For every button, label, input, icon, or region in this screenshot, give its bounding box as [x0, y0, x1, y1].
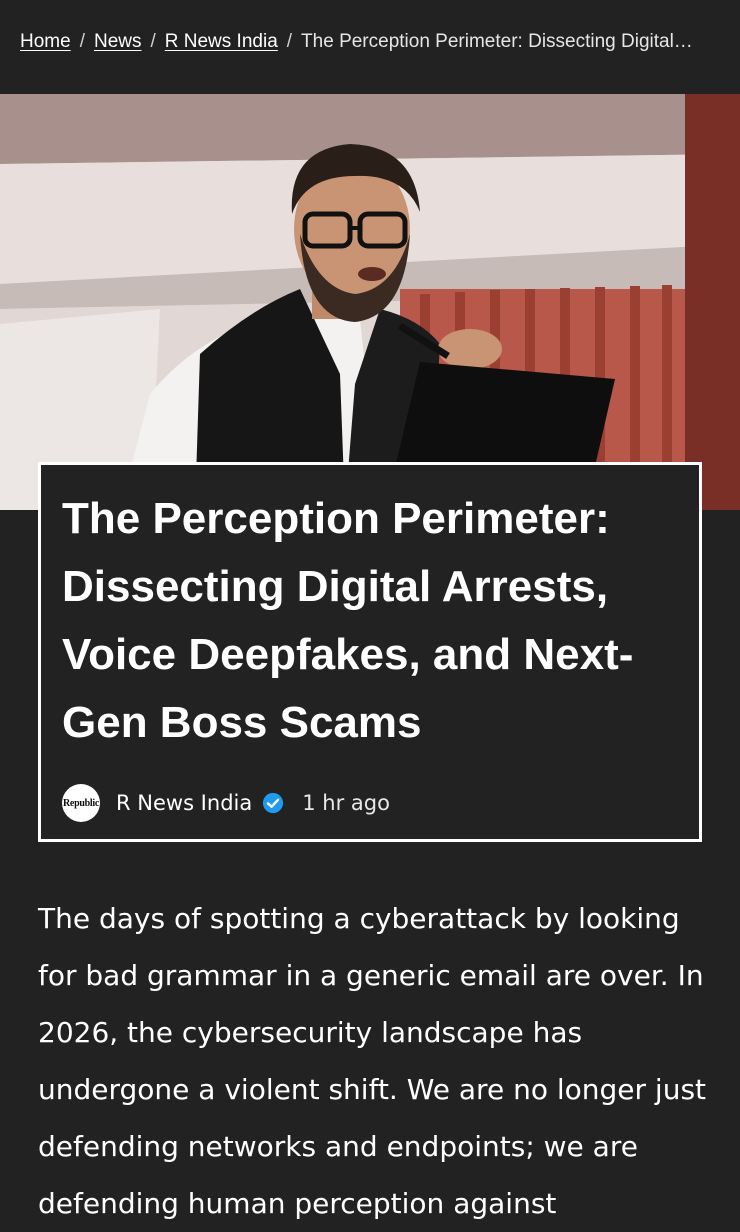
breadcrumb-separator: / [150, 31, 156, 52]
verified-badge-icon [263, 792, 284, 814]
publish-time: 1 hr ago [302, 791, 390, 815]
article-title: The Perception Perimeter: Dissecting Dig… [62, 494, 634, 747]
article-title-card: The Perception Perimeter: Dissecting Dig… [38, 462, 702, 842]
article-byline: Republic R News India 1 hr ago [62, 783, 390, 823]
breadcrumb: Home / News / R News India / The Perception Pe… [20, 28, 730, 58]
breadcrumb-separator: / [286, 31, 293, 52]
breadcrumb-news-link[interactable]: News [94, 31, 142, 52]
breadcrumb-r-news-india-link[interactable]: R News India [165, 31, 278, 52]
breadcrumb-current-page: The Perception Perimeter: Dissecting Dig… [301, 31, 693, 52]
publisher-avatar[interactable]: Republic [62, 784, 100, 822]
article-body-paragraph: The days of spotting a cyberattack by lo… [38, 902, 707, 1220]
breadcrumb-separator: / [79, 31, 85, 52]
hero-photo-illustration [0, 94, 740, 510]
author-name[interactable]: R News India [116, 791, 252, 815]
hero-image [0, 94, 740, 510]
publisher-logo-text: Republic [63, 797, 99, 809]
breadcrumb-home-link[interactable]: Home [20, 31, 71, 52]
